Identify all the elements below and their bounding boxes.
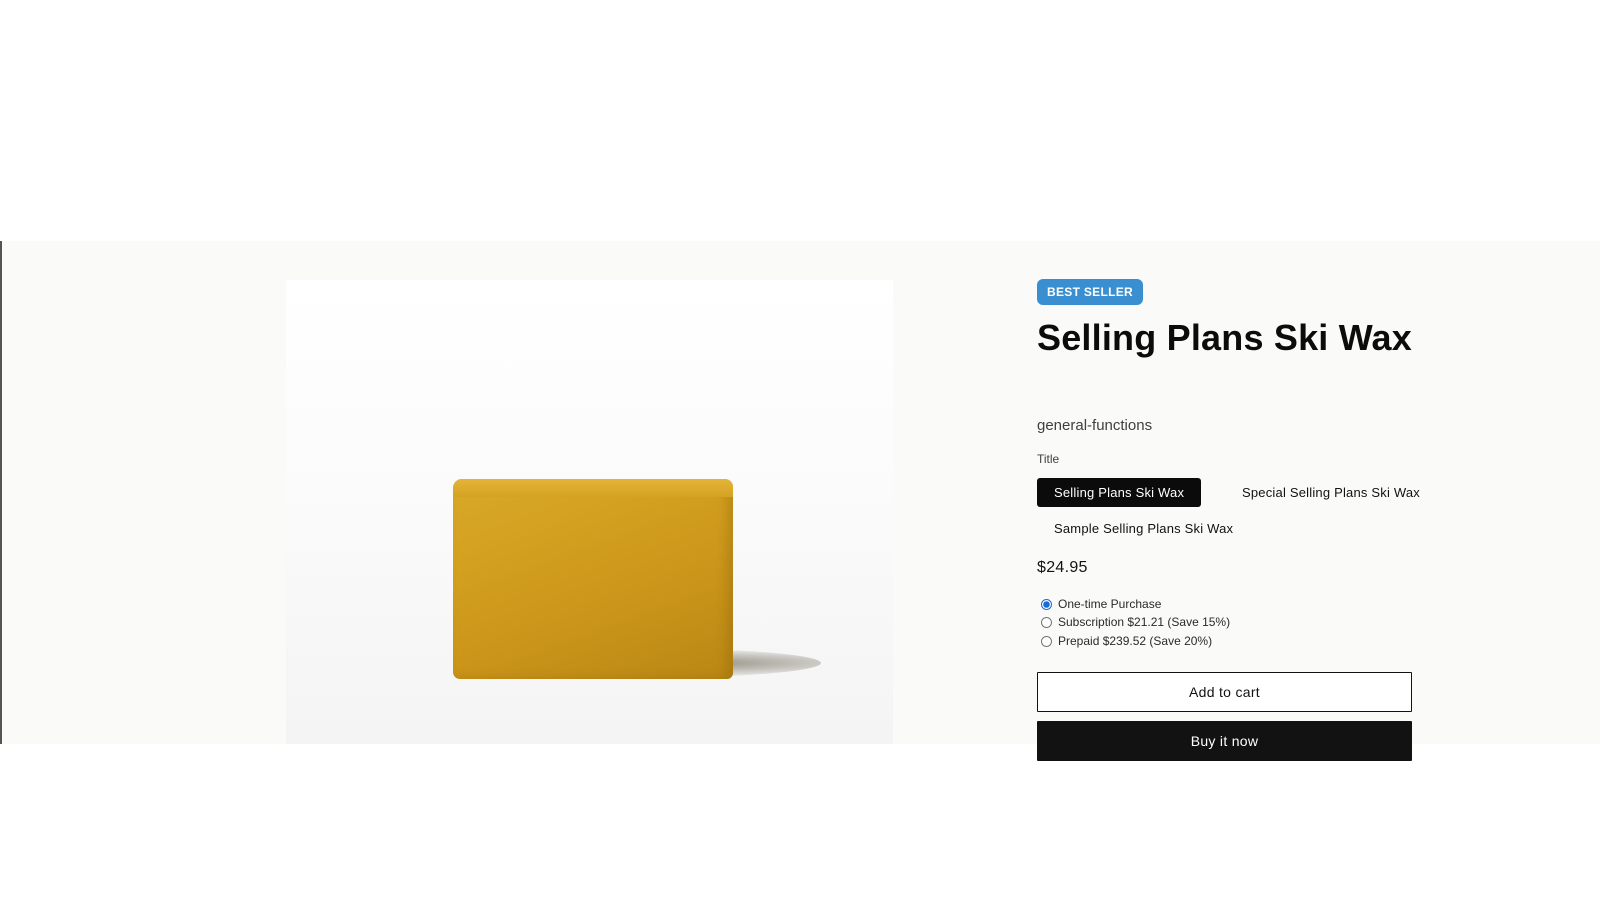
plan-prepaid-radio[interactable]: [1041, 635, 1052, 647]
plan-prepaid-label: Prepaid $239.52 (Save 20%): [1058, 634, 1213, 648]
product-title: Selling Plans Ski Wax: [1037, 317, 1412, 358]
best-seller-badge: BEST SELLER: [1037, 279, 1143, 305]
product-vendor: general-functions: [1037, 417, 1153, 434]
plan-subscription-label: Subscription $21.21 (Save 15%): [1058, 615, 1231, 629]
add-to-cart-button[interactable]: Add to cart: [1037, 672, 1412, 712]
variant-option-label: Title: [1037, 452, 1060, 466]
plan-one-time-radio[interactable]: [1041, 598, 1052, 610]
plan-subscription-radio[interactable]: [1041, 616, 1052, 628]
variant-selling-plans-ski-wax[interactable]: Selling Plans Ski Wax: [1037, 478, 1202, 507]
plan-one-time-label: One-time Purchase: [1058, 597, 1162, 611]
plan-subscription[interactable]: Subscription $21.21 (Save 15%): [1037, 615, 1230, 629]
product-section: BEST SELLER Selling Plans Ski Wax genera…: [0, 241, 1600, 761]
buy-it-now-button[interactable]: Buy it now: [1037, 721, 1412, 761]
plan-prepaid[interactable]: Prepaid $239.52 (Save 20%): [1037, 634, 1212, 648]
product-price: $24.95: [1037, 559, 1088, 576]
variant-sample-selling-plans-ski-wax[interactable]: Sample Selling Plans Ski Wax: [1037, 514, 1250, 543]
ski-wax-bar-image: [453, 479, 733, 679]
plan-one-time[interactable]: One-time Purchase: [1037, 597, 1161, 611]
product-image[interactable]: [286, 280, 893, 744]
variant-special-selling-plans-ski-wax[interactable]: Special Selling Plans Ski Wax: [1225, 478, 1437, 507]
wax-bar-top: [453, 479, 733, 497]
